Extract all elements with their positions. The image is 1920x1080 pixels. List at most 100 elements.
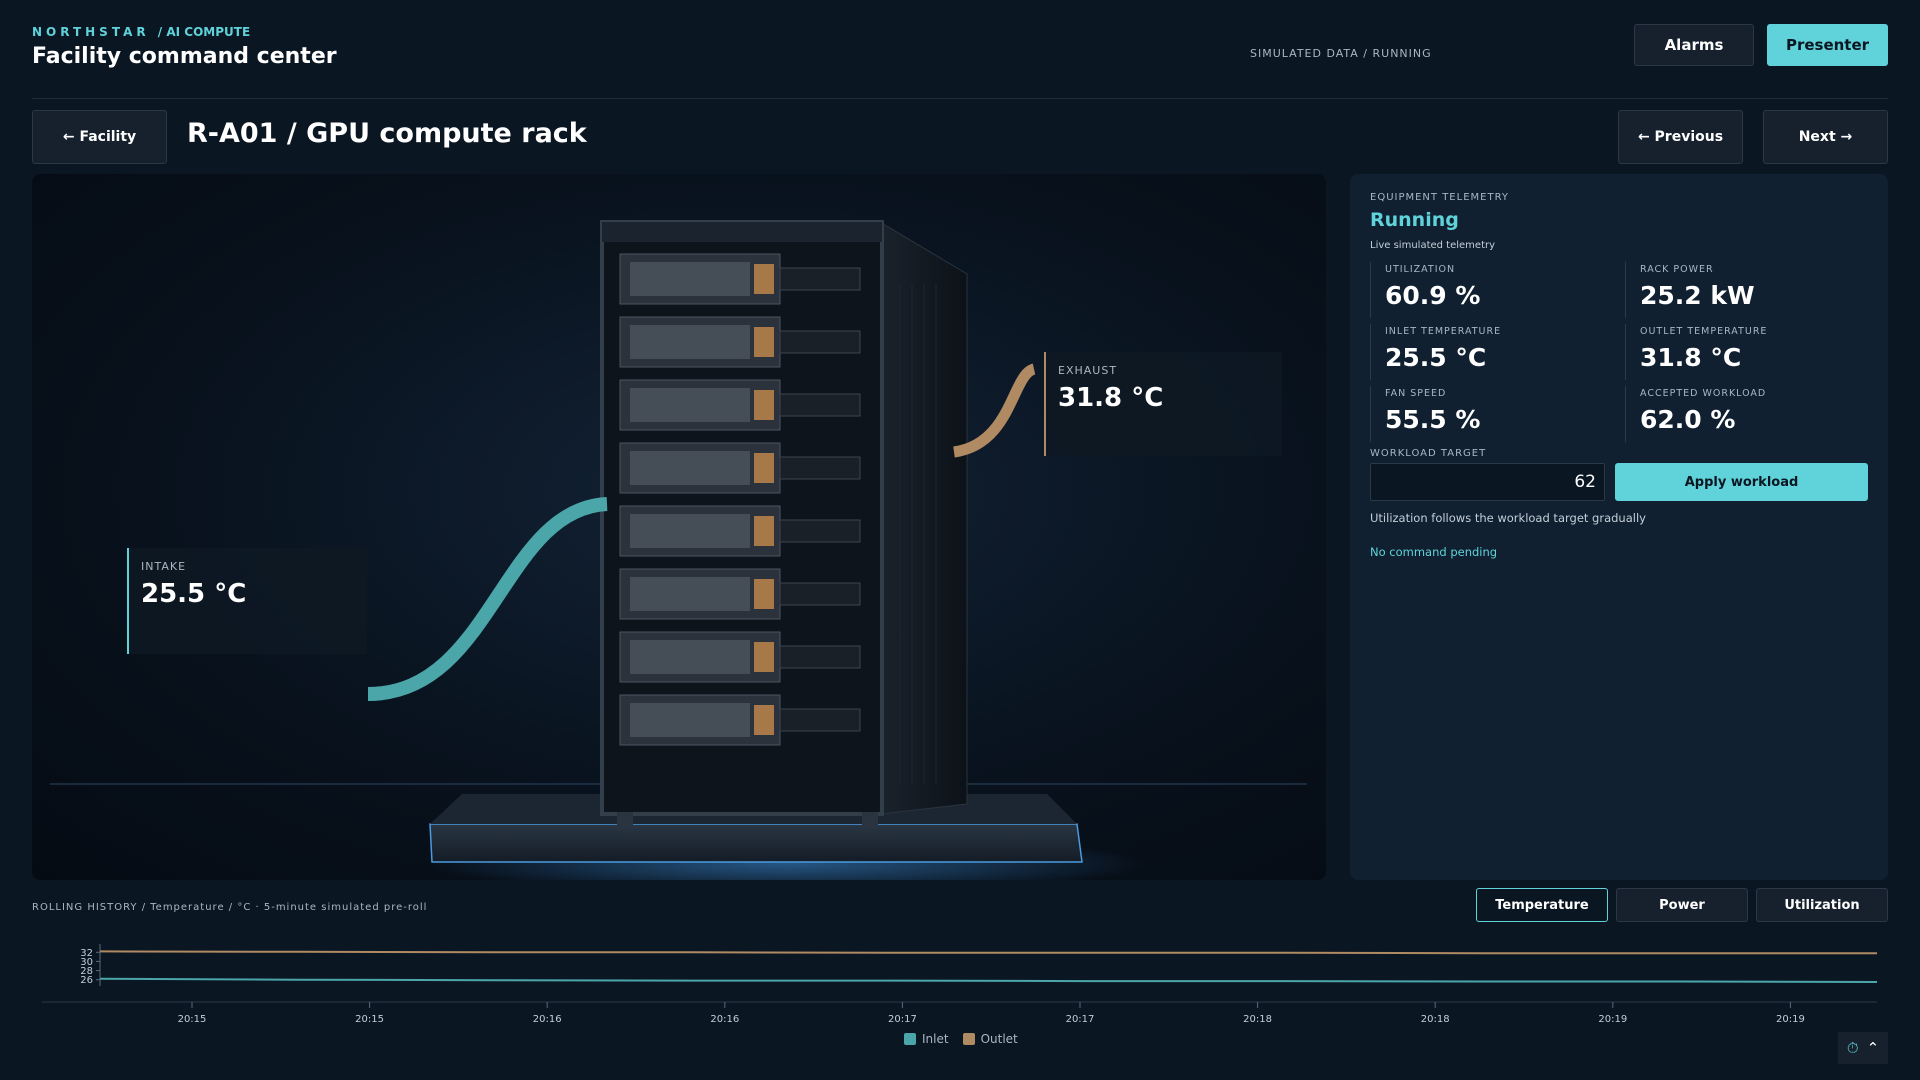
server-copper-fittings <box>754 390 774 420</box>
server-mesh <box>630 640 750 674</box>
metric-label: INLET TEMPERATURE <box>1385 326 1502 337</box>
tab-power[interactable]: Power <box>1616 888 1748 922</box>
metric-accepted-workload: ACCEPTED WORKLOAD 62.0 % <box>1625 386 1766 442</box>
tab-utilization[interactable]: Utilization <box>1756 888 1888 922</box>
legend-swatch-outlet <box>962 1033 975 1045</box>
server-cabling <box>779 267 861 291</box>
metric-value: 60.9 % <box>1385 281 1481 310</box>
presenter-button[interactable]: Presenter <box>1767 24 1888 66</box>
server-mesh <box>630 514 750 548</box>
server-cabling <box>779 708 861 732</box>
corner-controls: ⏱ ⌃ <box>1838 1032 1888 1064</box>
legend-swatch-inlet <box>904 1033 916 1045</box>
server-cabling <box>779 393 861 417</box>
intake-label: INTAKE <box>141 560 187 573</box>
x-tick-label: 20:18 <box>1421 1014 1450 1025</box>
telemetry-section-title: EQUIPMENT TELEMETRY <box>1370 192 1509 203</box>
header-divider <box>32 98 1888 99</box>
server-mesh <box>630 262 750 296</box>
metric-label: FAN SPEED <box>1385 388 1447 399</box>
workload-target-label: WORKLOAD TARGET <box>1370 448 1487 459</box>
server-cabling <box>779 456 861 480</box>
x-tick-label: 20:19 <box>1776 1014 1805 1025</box>
metric-label: UTILIZATION <box>1385 264 1456 275</box>
metric-rack-power: RACK POWER 25.2 kW <box>1625 262 1755 318</box>
x-tick-label: 20:15 <box>178 1014 207 1025</box>
timer-icon[interactable]: ⏱ <box>1847 1039 1859 1057</box>
rack-top-bar <box>602 222 882 242</box>
x-tick-label: 20:16 <box>710 1014 739 1025</box>
exhaust-label: EXHAUST <box>1058 364 1118 377</box>
metric-inlet-temperature: INLET TEMPERATURE 25.5 °C <box>1370 324 1501 380</box>
metric-value: 55.5 % <box>1385 405 1481 434</box>
app-title: Facility command center <box>32 44 337 69</box>
server-cabling <box>779 645 861 669</box>
x-tick-label: 20:16 <box>533 1014 562 1025</box>
simulation-status: SIMULATED DATA / RUNNING <box>1250 47 1432 60</box>
server-mesh <box>630 325 750 359</box>
legend-label-inlet: Inlet <box>922 1032 949 1046</box>
brand-suffix: / AI COMPUTE <box>157 25 251 39</box>
legend-item-outlet: Outlet <box>962 1032 1018 1046</box>
command-status: No command pending <box>1370 545 1498 559</box>
metric-value: 31.8 °C <box>1640 343 1742 372</box>
intake-value: 25.5 °C <box>141 579 247 609</box>
brand-name: NORTHSTAR <box>32 25 150 39</box>
series-line-outlet <box>99 950 1877 955</box>
server-mesh <box>630 577 750 611</box>
x-tick-label: 20:15 <box>355 1014 384 1025</box>
server-copper-fittings <box>754 327 774 357</box>
server-copper-fittings <box>754 705 774 735</box>
x-tick-label: 20:17 <box>888 1014 917 1025</box>
tab-temperature[interactable]: Temperature <box>1476 888 1608 922</box>
workload-hint: Utilization follows the workload target … <box>1370 511 1646 525</box>
apply-workload-button[interactable]: Apply workload <box>1615 463 1868 501</box>
server-cabling <box>779 330 861 354</box>
metric-utilization: UTILIZATION 60.9 % <box>1370 262 1480 318</box>
series-line-inlet <box>99 977 1878 983</box>
exhaust-callout: EXHAUST 31.8 °C <box>1044 352 1282 456</box>
server-mesh <box>630 703 750 737</box>
chart-legend: Inlet Outlet <box>904 1032 1018 1046</box>
intake-callout: INTAKE 25.5 °C <box>127 548 367 654</box>
x-tick-label: 20:18 <box>1243 1014 1272 1025</box>
history-label: ROLLING HISTORY / Temperature / °C · 5-m… <box>32 902 428 913</box>
telemetry-subtitle: Live simulated telemetry <box>1370 240 1496 251</box>
metric-label: RACK POWER <box>1640 264 1714 275</box>
metric-label: OUTLET TEMPERATURE <box>1640 326 1768 337</box>
server-mesh <box>630 388 750 422</box>
metric-value: 25.2 kW <box>1640 281 1755 310</box>
brand-logo: NORTHSTAR / AI COMPUTE <box>32 25 250 39</box>
server-cabling <box>779 582 861 606</box>
x-tick-label: 20:17 <box>1066 1014 1095 1025</box>
x-tick-label: 20:19 <box>1598 1014 1627 1025</box>
alarms-button[interactable]: Alarms <box>1634 24 1754 66</box>
metric-outlet-temperature: OUTLET TEMPERATURE 31.8 °C <box>1625 324 1767 380</box>
legend-label-outlet: Outlet <box>980 1032 1018 1046</box>
y-tick-label: 26 <box>80 975 93 986</box>
rack-illustration <box>50 220 1307 880</box>
server-copper-fittings <box>754 264 774 294</box>
rack-scene: INTAKE 25.5 °C EXHAUST 31.8 °C <box>32 174 1326 880</box>
metric-fan-speed: FAN SPEED 55.5 % <box>1370 386 1480 442</box>
next-button[interactable]: Next → <box>1763 110 1888 164</box>
previous-button[interactable]: ← Previous <box>1618 110 1743 164</box>
legend-item-inlet: Inlet <box>904 1032 949 1046</box>
server-copper-fittings <box>754 579 774 609</box>
intake-airflow <box>367 497 608 701</box>
workload-target-input[interactable] <box>1370 463 1605 501</box>
server-copper-fittings <box>754 516 774 546</box>
metric-value: 25.5 °C <box>1385 343 1487 372</box>
chevron-up-icon[interactable]: ⌃ <box>1867 1039 1880 1057</box>
page-title: R-A01 / GPU compute rack <box>187 118 587 149</box>
metric-value: 62.0 % <box>1640 405 1736 434</box>
metric-label: ACCEPTED WORKLOAD <box>1640 388 1767 399</box>
exhaust-value: 31.8 °C <box>1058 383 1164 413</box>
server-mesh <box>630 451 750 485</box>
server-copper-fittings <box>754 642 774 672</box>
server-cabling <box>779 519 861 543</box>
back-to-facility-button[interactable]: ← Facility <box>32 110 167 164</box>
server-copper-fittings <box>754 453 774 483</box>
rack-plinth <box>429 823 1083 863</box>
equipment-status: Running <box>1370 209 1459 231</box>
